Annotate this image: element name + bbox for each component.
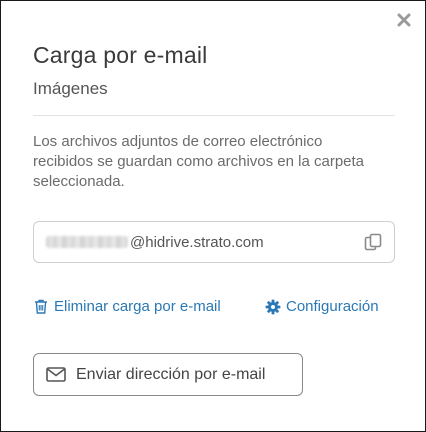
email-upload-dialog: Carga por e-mail Imágenes Los archivos a… [0,0,426,432]
email-address-field[interactable]: @hidrive.strato.com [33,221,395,263]
email-domain: @hidrive.strato.com [130,233,264,251]
close-icon [397,13,411,27]
divider [33,115,395,116]
send-address-label: Enviar dirección por e-mail [76,365,266,383]
configuration-label: Configuración [286,298,379,315]
redacted-email-user [46,236,128,248]
folder-name: Imágenes [33,79,108,98]
copy-button[interactable] [362,231,384,253]
close-button[interactable] [395,11,413,29]
send-address-button[interactable]: Enviar dirección por e-mail [33,353,303,396]
copy-icon [364,233,382,251]
delete-upload-link[interactable]: Eliminar carga por e-mail [33,298,221,315]
actions-row: Eliminar carga por e-mail Configuración [33,298,395,320]
delete-upload-label: Eliminar carga por e-mail [54,298,221,315]
envelope-icon [46,367,66,383]
trash-icon [33,299,49,315]
gear-icon [265,299,281,315]
description-text: Los archivos adjuntos de correo electrón… [33,133,365,190]
configuration-link[interactable]: Configuración [265,298,379,315]
dialog-title: Carga por e-mail [33,42,208,68]
